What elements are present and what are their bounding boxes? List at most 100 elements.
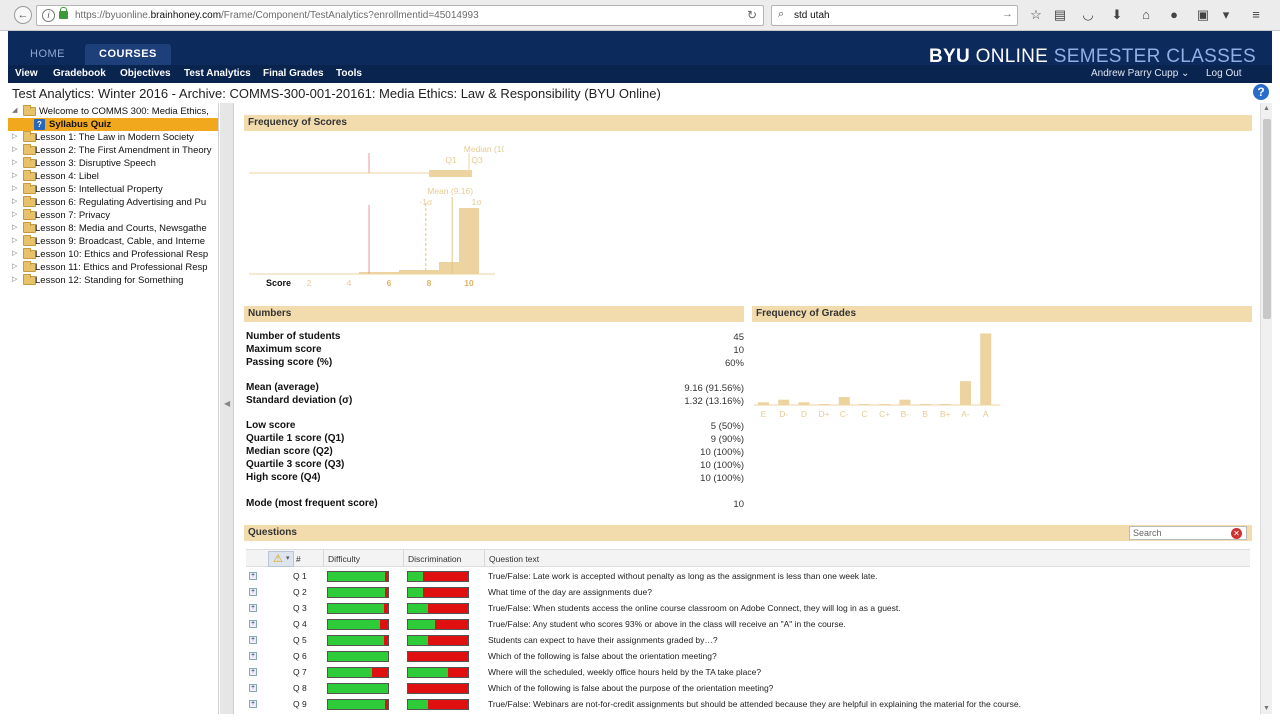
download-icon[interactable]: ⬇	[1108, 6, 1126, 24]
collapse-icon[interactable]: ◢	[12, 106, 17, 114]
expand-row-icon[interactable]: +	[249, 700, 257, 708]
question-row[interactable]: + Q 8 Which of the following is false abou…	[246, 681, 1250, 697]
tree-item-lesson[interactable]: ▷ Lesson 8: Media and Courts, Newsgathe	[8, 222, 218, 235]
url-bar[interactable]: i https://byuonline.brainhoney.com/Frame…	[36, 5, 764, 26]
col-question-text[interactable]: Question text	[489, 554, 539, 564]
question-text[interactable]: Which of the following is false about th…	[488, 651, 717, 661]
url-text[interactable]: https://byuonline.brainhoney.com/Frame/C…	[75, 10, 479, 21]
expand-arrow-icon[interactable]: ▷	[12, 171, 17, 179]
expand-arrow-icon[interactable]: ▷	[12, 197, 17, 205]
expand-row-icon[interactable]: +	[249, 620, 257, 628]
go-arrow-icon[interactable]: →	[1002, 8, 1013, 20]
pocket-icon[interactable]: ◡	[1079, 6, 1097, 24]
chevron-down-icon: ⌄	[1181, 68, 1190, 79]
tree-item-lesson[interactable]: ▷ Lesson 2: The First Amendment in Theory	[8, 144, 218, 157]
question-search-input[interactable]: Search	[1129, 526, 1247, 540]
menu-objectives[interactable]: Objectives	[120, 68, 171, 79]
warning-filter-button[interactable]: ⚠ ▾	[268, 551, 294, 567]
menu-test-analytics[interactable]: Test Analytics	[184, 68, 251, 79]
question-text[interactable]: True/False: When students access the onl…	[488, 603, 901, 613]
expand-arrow-icon[interactable]: ▷	[12, 158, 17, 166]
question-row[interactable]: + Q 4 True/False: Any student who scores 9…	[246, 617, 1250, 633]
discrimination-bar	[407, 683, 469, 694]
clear-search-icon[interactable]: ✕	[1231, 528, 1242, 539]
question-row[interactable]: + Q 6 Which of the following is false abou…	[246, 649, 1250, 665]
collapse-arrow-icon[interactable]: ◀	[224, 399, 230, 408]
tree-item-lesson[interactable]: ▷ Lesson 9: Broadcast, Cable, and Interne	[8, 235, 218, 248]
tree-item-lesson[interactable]: ▷ Lesson 6: Regulating Advertising and Pu	[8, 196, 218, 209]
question-row[interactable]: + Q 3 True/False: When students access the…	[246, 601, 1250, 617]
expand-arrow-icon[interactable]: ▷	[12, 184, 17, 192]
tree-item-lesson[interactable]: ▷ Lesson 7: Privacy	[8, 209, 218, 222]
expand-row-icon[interactable]: +	[249, 652, 257, 660]
expand-row-icon[interactable]: +	[249, 572, 257, 580]
tree-item-lesson[interactable]: ▷ Lesson 3: Disruptive Speech	[8, 157, 218, 170]
vertical-scrollbar[interactable]: ▲ ▼	[1260, 103, 1272, 714]
menu-view[interactable]: View	[15, 68, 38, 79]
expand-arrow-icon[interactable]: ▷	[12, 249, 17, 257]
user-menu[interactable]: Andrew Parry Cupp ⌄	[1091, 68, 1189, 79]
question-text[interactable]: What time of the day are assignments due…	[488, 587, 652, 597]
expand-arrow-icon[interactable]: ▷	[12, 275, 17, 283]
col-discrimination[interactable]: Discrimination	[408, 554, 461, 564]
question-text[interactable]: Which of the following is false about th…	[488, 683, 773, 693]
question-text[interactable]: Students can expect to have their assign…	[488, 635, 718, 645]
question-text[interactable]: True/False: Webinars are not-for-credit …	[488, 699, 1021, 709]
grade-bar	[980, 333, 992, 405]
question-row[interactable]: + Q 7 Where will the scheduled, weekly off…	[246, 665, 1250, 681]
menu-gradebook[interactable]: Gradebook	[53, 68, 106, 79]
search-query[interactable]: std utah	[794, 10, 830, 21]
tab-home[interactable]: HOME	[16, 44, 79, 65]
expand-arrow-icon[interactable]: ▷	[12, 223, 17, 231]
tree-item-lesson[interactable]: ▷ Lesson 5: Intellectual Property	[8, 183, 218, 196]
section-numbers: Numbers	[244, 306, 744, 322]
scroll-down-icon[interactable]: ▼	[1263, 705, 1270, 712]
question-row[interactable]: + Q 1 True/False: Late work is accepted wi…	[246, 569, 1250, 585]
menu-final-grades[interactable]: Final Grades	[263, 68, 324, 79]
expand-row-icon[interactable]: +	[249, 684, 257, 692]
question-row[interactable]: + Q 9 True/False: Webinars are not-for-cre…	[246, 697, 1250, 713]
question-text[interactable]: Where will the scheduled, weekly office …	[488, 667, 761, 677]
expand-row-icon[interactable]: +	[249, 668, 257, 676]
info-icon[interactable]: i	[42, 9, 55, 22]
bookmark-star-icon[interactable]: ☆	[1027, 6, 1045, 24]
tree-item-lesson[interactable]: ▷ Lesson 1: The Law in Modern Society	[8, 131, 218, 144]
logout-link[interactable]: Log Out	[1206, 68, 1242, 79]
expand-row-icon[interactable]: +	[249, 604, 257, 612]
chat-icon[interactable]: ●	[1165, 6, 1183, 24]
tab-courses[interactable]: COURSES	[85, 44, 171, 65]
col-num[interactable]: #	[296, 554, 301, 564]
tree-item-lesson[interactable]: ▷ Lesson 11: Ethics and Professional Resp	[8, 261, 218, 274]
addon-menu-icon[interactable]: ▾	[1217, 6, 1235, 24]
help-icon[interactable]: ?	[1253, 84, 1269, 100]
question-text[interactable]: True/False: Late work is accepted withou…	[488, 571, 877, 581]
tree-item-lesson[interactable]: ▷ Lesson 12: Standing for Something	[8, 274, 218, 287]
reload-icon[interactable]: ↻	[747, 8, 757, 22]
browser-search[interactable]: ⌕ std utah →	[771, 5, 1018, 26]
hamburger-menu-icon[interactable]: ≡	[1247, 6, 1265, 24]
tree-root[interactable]: ◢ Welcome to COMMS 300: Media Ethics,	[8, 105, 218, 118]
back-icon[interactable]: ←	[14, 6, 32, 24]
scrollbar-thumb[interactable]	[1263, 119, 1271, 319]
reading-list-icon[interactable]: ▤	[1051, 6, 1069, 24]
question-row[interactable]: + Q 5 Students can expect to have their as…	[246, 633, 1250, 649]
question-text[interactable]: True/False: Any student who scores 93% o…	[488, 619, 846, 629]
tree-item-lesson[interactable]: ▷ Lesson 4: Libel	[8, 170, 218, 183]
question-row[interactable]: + Q 2 What time of the day are assignments…	[246, 585, 1250, 601]
tree-item-syllabus-quiz[interactable]: ? Syllabus Quiz	[8, 118, 218, 131]
expand-row-icon[interactable]: +	[249, 636, 257, 644]
scroll-up-icon[interactable]: ▲	[1263, 105, 1270, 112]
expand-arrow-icon[interactable]: ▷	[12, 262, 17, 270]
expand-arrow-icon[interactable]: ▷	[12, 210, 17, 218]
home-icon[interactable]: ⌂	[1137, 6, 1155, 24]
expand-row-icon[interactable]: +	[249, 588, 257, 596]
expand-arrow-icon[interactable]: ▷	[12, 236, 17, 244]
expand-arrow-icon[interactable]: ▷	[12, 145, 17, 153]
addon-icon[interactable]: ▣	[1194, 6, 1212, 24]
col-difficulty[interactable]: Difficulty	[328, 554, 360, 564]
folder-icon	[23, 105, 36, 116]
pane-splitter[interactable]: ◀	[220, 103, 234, 714]
menu-tools[interactable]: Tools	[336, 68, 362, 79]
tree-item-lesson[interactable]: ▷ Lesson 10: Ethics and Professional Resp	[8, 248, 218, 261]
expand-arrow-icon[interactable]: ▷	[12, 132, 17, 140]
